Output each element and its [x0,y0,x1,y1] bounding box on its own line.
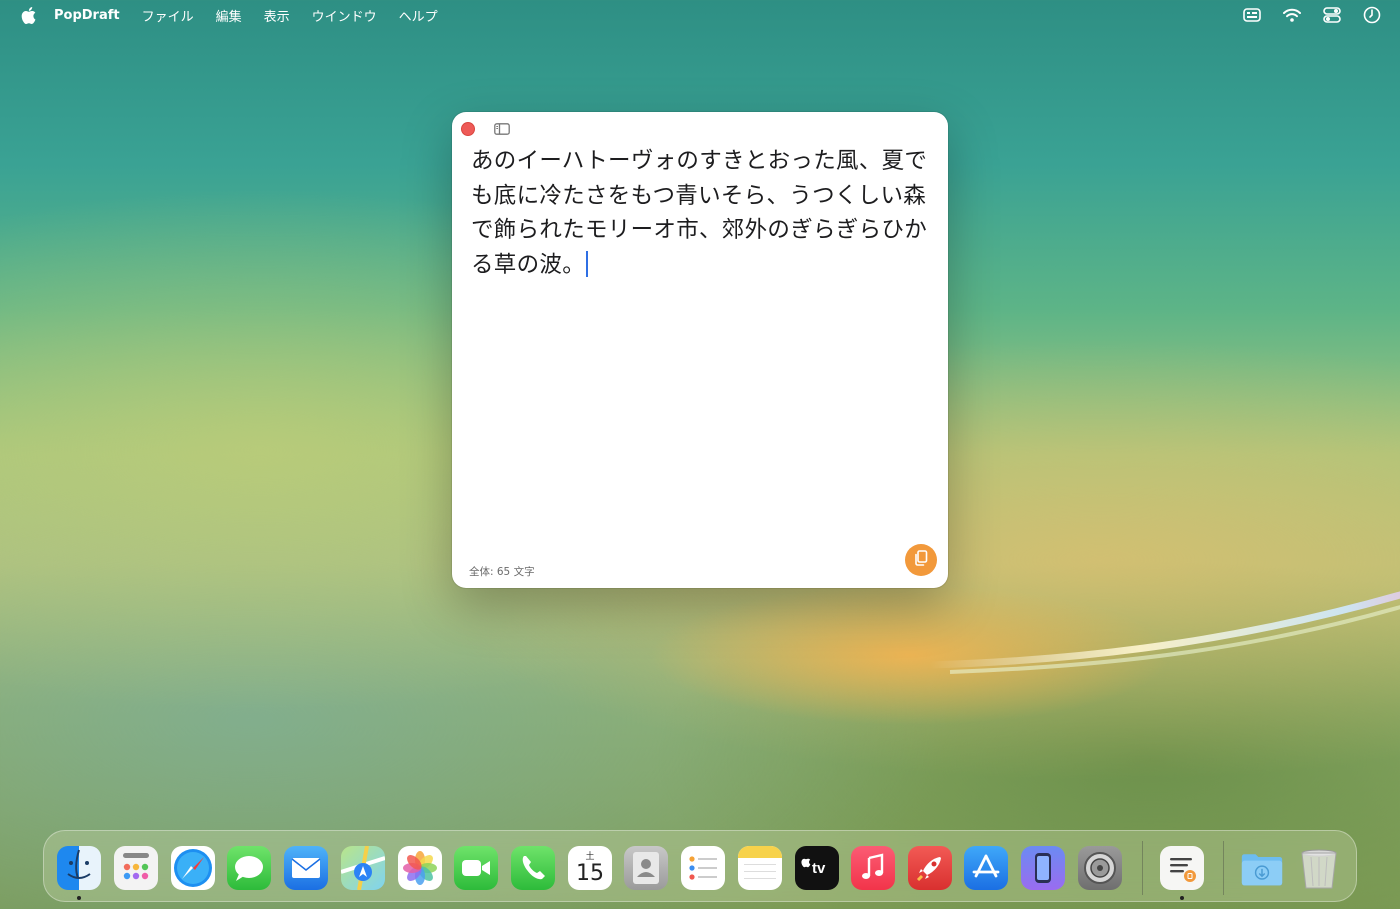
wallpaper-light-streak [930,591,1400,674]
facetime-icon[interactable] [454,846,498,890]
menu-file[interactable]: ファイル [142,6,194,25]
maps-icon[interactable] [341,846,385,890]
popdraft-running-indicator [1180,896,1184,900]
mail-icon[interactable] [284,846,328,890]
system-settings-icon[interactable] [1078,846,1122,890]
copy-button[interactable] [905,544,937,576]
photos-icon[interactable] [398,846,442,890]
sidebar-toggle-icon[interactable] [494,121,510,137]
character-count: 全体: 65 文字 [469,566,535,578]
notes-icon[interactable] [738,846,782,890]
downloads-folder-icon[interactable] [1240,846,1284,890]
popdraft-app-icon[interactable] [1160,846,1204,890]
reminders-icon[interactable] [681,846,725,890]
music-icon[interactable] [851,846,895,890]
control-center-icon[interactable] [1322,5,1342,25]
apple-tv-icon[interactable]: tv [795,846,839,890]
apple-logo-icon[interactable] [18,5,38,25]
text-caret [586,250,589,277]
dock-separator [1142,841,1143,895]
menu-app-name[interactable]: PopDraft [54,8,120,23]
menu-bar: PopDraft ファイル 編集 表示 ウインドウ ヘルプ [0,0,1400,30]
copy-icon [914,550,928,570]
wifi-icon[interactable] [1282,5,1302,25]
status-menus [1242,5,1382,25]
popdraft-window: あのイーハトーヴォのすきとおった風、夏でも底に冷たさをもつ青いそら、うつくしい森… [452,112,948,588]
finder-icon[interactable] [57,846,101,890]
app-store-icon[interactable] [964,846,1008,890]
iphone-mirroring-icon[interactable] [1021,846,1065,890]
menu-edit[interactable]: 編集 [216,6,242,25]
menu-window[interactable]: ウインドウ [312,6,377,25]
menu-view[interactable]: 表示 [264,6,290,25]
messages-icon[interactable] [227,846,271,890]
svg-text:tv: tv [812,860,826,877]
phone-icon[interactable] [511,846,555,890]
safari-icon[interactable] [171,846,215,890]
trash-icon[interactable] [1297,846,1341,890]
rocket-app-icon[interactable] [908,846,952,890]
dock: 土 15 tv [43,830,1357,902]
close-button[interactable] [461,122,475,136]
editor-text: あのイーハトーヴォのすきとおった風、夏でも底に冷たさをもつ青いそら、うつくしい森… [471,148,928,278]
contacts-icon[interactable] [624,846,668,890]
keyboard-icon[interactable] [1242,5,1262,25]
dock-separator [1223,841,1224,895]
text-editor[interactable]: あのイーハトーヴォのすきとおった風、夏でも底に冷たさをもつ青いそら、うつくしい森… [471,144,931,282]
clock-icon[interactable] [1362,5,1382,25]
launchpad-icon[interactable] [114,846,158,890]
calendar-icon[interactable]: 土 15 [568,846,612,890]
calendar-day: 15 [576,861,604,886]
finder-running-indicator [77,896,81,900]
menu-help[interactable]: ヘルプ [399,6,438,25]
